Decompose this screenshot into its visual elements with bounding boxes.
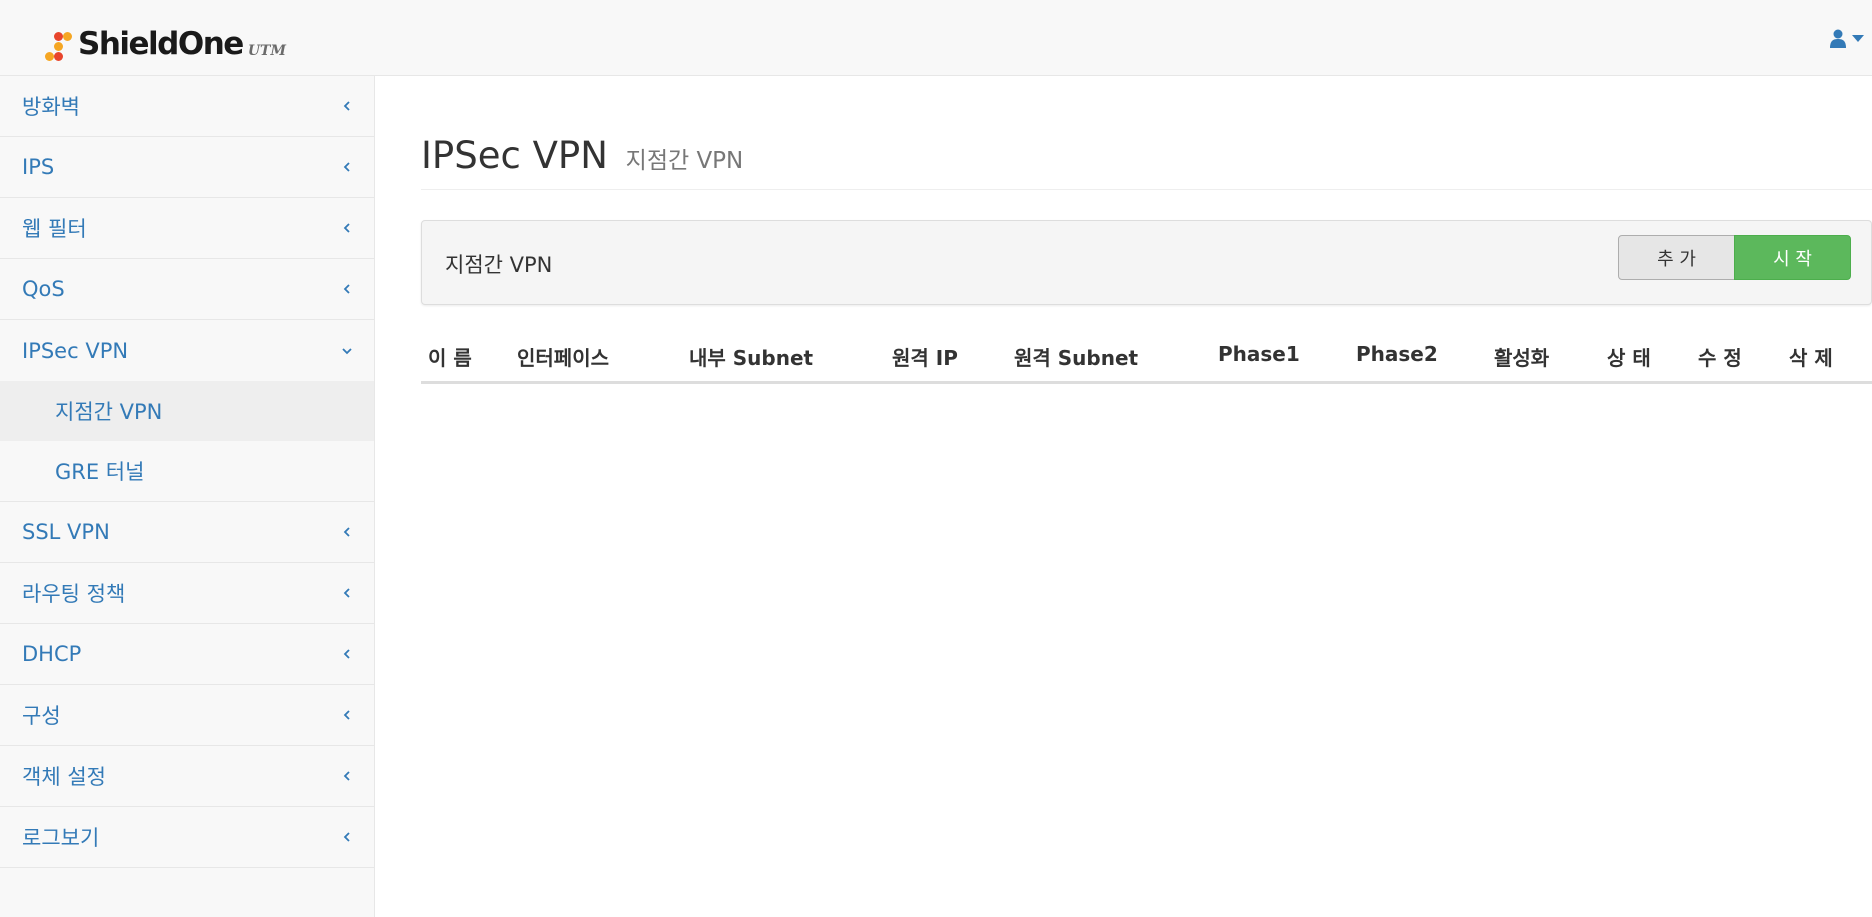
chevron-left-icon [343, 162, 350, 172]
top-navbar: ShieldOne UTM [0, 0, 1872, 76]
sidebar-item-label: DHCP [22, 642, 82, 666]
sidebar-item-logs[interactable]: 로그보기 [0, 807, 374, 868]
vpn-table: 이 름 인터페이스 내부 Subnet 원격 IP 원격 Subnet Phas… [421, 334, 1872, 384]
logo-dot [45, 52, 54, 61]
sidebar-item-dhcp[interactable]: DHCP [0, 624, 374, 685]
column-header-remote-subnet[interactable]: 원격 Subnet [1014, 342, 1138, 371]
sidebar-item-label: IPSec VPN [22, 338, 129, 363]
sidebar-subitem-site-to-site-vpn[interactable]: 지점간 VPN [0, 381, 374, 441]
column-header-interface[interactable]: 인터페이스 [517, 342, 609, 371]
logo-sub: UTM [247, 43, 286, 59]
sidebar-subitem-label: 지점간 VPN [55, 400, 163, 424]
logo-dot [54, 52, 63, 61]
sidebar-subitem-gre-tunnel[interactable]: GRE 터널 [0, 441, 374, 502]
chevron-left-icon [343, 284, 350, 294]
user-menu[interactable] [1830, 26, 1872, 50]
logo-dot [54, 42, 63, 51]
logo-dot [54, 32, 63, 41]
page-header: IPSec VPN 지점간 VPN [421, 131, 1872, 190]
sidebar-subitem-label: GRE 터널 [55, 460, 145, 484]
sidebar-item-label: 방화벽 [22, 95, 80, 119]
logo[interactable]: ShieldOne UTM [42, 22, 286, 62]
sidebar-item-object-settings[interactable]: 객체 설정 [0, 746, 374, 807]
sidebar-item-firewall[interactable]: 방화벽 [0, 76, 374, 137]
sidebar-item-config[interactable]: 구성 [0, 685, 374, 746]
logo-text: ShieldOne [78, 26, 244, 62]
chevron-down-icon [342, 348, 352, 355]
sidebar-item-web-filter[interactable]: 웹 필터 [0, 198, 374, 259]
sidebar-item-label: 웹 필터 [22, 217, 87, 241]
column-header-local-subnet[interactable]: 내부 Subnet [689, 342, 813, 371]
sidebar-item-ips[interactable]: IPS [0, 137, 374, 198]
column-header-status[interactable]: 상 태 [1607, 342, 1651, 371]
chevron-left-icon [343, 588, 350, 598]
page-title: IPSec VPN 지점간 VPN [421, 131, 1872, 186]
sidebar-item-routing-policy[interactable]: 라우팅 정책 [0, 563, 374, 624]
column-header-phase2[interactable]: Phase2 [1356, 342, 1438, 366]
chevron-left-icon [343, 771, 350, 781]
page-title-text: IPSec VPN [421, 134, 608, 177]
logo-dot [63, 32, 72, 41]
caret-down-icon [1852, 34, 1864, 42]
vpn-panel: 지점간 VPN 추 가 시 작 [421, 220, 1872, 305]
sidebar: 방화벽 IPS 웹 필터 QoS IPSec VPN 지점간 VPN GRE 터… [0, 76, 375, 917]
column-header-edit[interactable]: 수 정 [1698, 342, 1742, 371]
page-subtitle: 지점간 VPN [625, 148, 744, 174]
chevron-left-icon [343, 832, 350, 842]
panel-title: 지점간 VPN [445, 253, 553, 277]
column-header-remote-ip[interactable]: 원격 IP [892, 342, 958, 371]
sidebar-item-ipsec-vpn[interactable]: IPSec VPN [0, 320, 374, 381]
sidebar-item-label: 구성 [22, 704, 61, 728]
chevron-left-icon [343, 101, 350, 111]
column-header-delete[interactable]: 삭 제 [1789, 342, 1833, 371]
sidebar-item-label: 로그보기 [22, 826, 100, 850]
panel-button-group: 추 가 시 작 [1618, 235, 1851, 280]
sidebar-item-label: IPS [22, 155, 55, 179]
column-header-name[interactable]: 이 름 [428, 342, 472, 371]
chevron-left-icon [343, 223, 350, 233]
sidebar-item-label: QoS [22, 277, 65, 301]
sidebar-item-ssl-vpn[interactable]: SSL VPN [0, 502, 374, 563]
sidebar-item-label: 객체 설정 [22, 765, 106, 789]
user-icon [1830, 29, 1846, 48]
sidebar-item-qos[interactable]: QoS [0, 259, 374, 320]
logo-mark-icon [42, 26, 72, 62]
chevron-left-icon [343, 527, 350, 537]
chevron-left-icon [343, 649, 350, 659]
column-header-phase1[interactable]: Phase1 [1218, 342, 1300, 366]
add-button[interactable]: 추 가 [1618, 235, 1735, 280]
start-button[interactable]: 시 작 [1734, 235, 1851, 280]
sidebar-item-label: 라우팅 정책 [22, 582, 126, 606]
chevron-left-icon [343, 710, 350, 720]
sidebar-item-label: SSL VPN [22, 520, 110, 544]
main-content: IPSec VPN 지점간 VPN 지점간 VPN 추 가 시 작 이 름 인터… [375, 76, 1872, 917]
column-header-enabled[interactable]: 활성화 [1494, 342, 1549, 371]
